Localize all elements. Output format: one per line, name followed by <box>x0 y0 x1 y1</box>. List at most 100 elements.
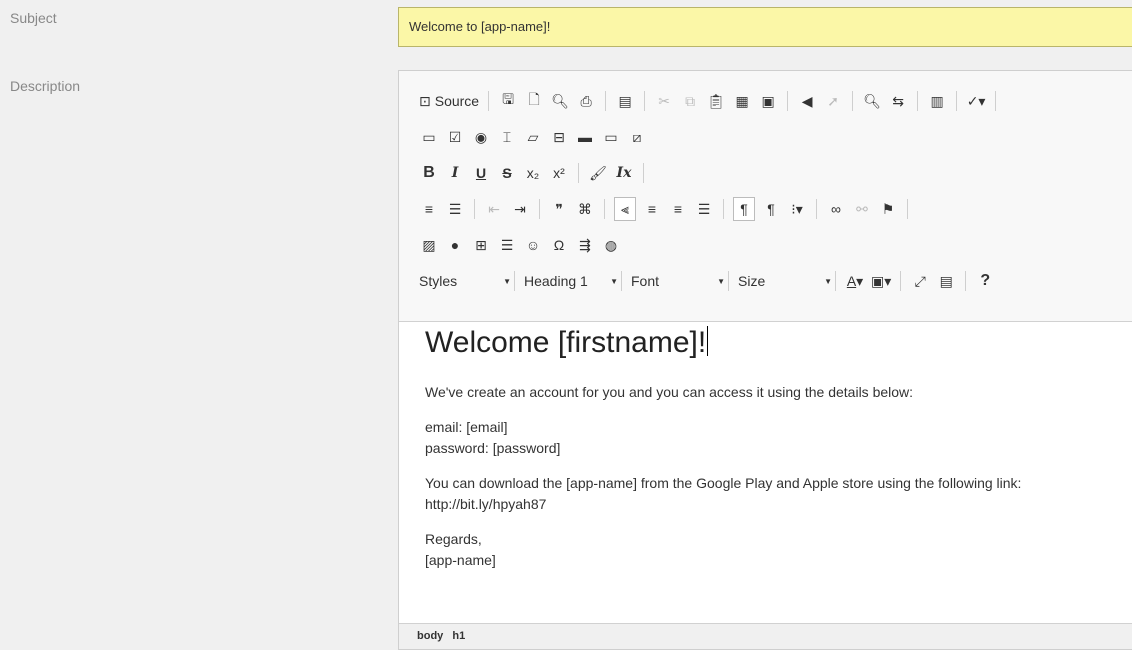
content-signature: [app-name] <box>425 552 496 568</box>
italic-icon[interactable]: I <box>445 162 465 184</box>
replace-icon[interactable]: ⇆ <box>888 90 908 112</box>
content-heading: Welcome [firstname]! <box>425 326 1111 360</box>
content-regards: Regards, <box>425 531 482 547</box>
undo-icon[interactable]: ◀ <box>797 90 817 112</box>
toolbar-row-basic-styles: B I U S x₂ x² 🖌︎ Ix <box>399 155 1132 191</box>
link-icon[interactable]: ∞ <box>826 198 846 220</box>
outdent-icon[interactable]: ⇤ <box>484 198 504 220</box>
text-direction-ltr-icon[interactable]: ¶ <box>733 197 755 221</box>
toolbar-row-insert: ▨ ● ⊞ ☰ ☺ Ω ⇶ ◍ <box>399 227 1132 263</box>
remove-format-icon[interactable]: Ix <box>614 162 634 184</box>
font-dropdown-label: Font <box>631 273 660 289</box>
format-dropdown[interactable]: Heading 1 ▼ <box>524 273 618 289</box>
source-button[interactable]: ⊡ Source <box>419 90 479 112</box>
source-icon: ⊡ <box>419 92 431 109</box>
format-dropdown-label: Heading 1 <box>524 273 588 289</box>
toolbar-separator <box>835 271 836 291</box>
text-color-icon[interactable]: A ▾ <box>845 270 865 292</box>
toolbar-separator <box>917 91 919 111</box>
preview-icon[interactable]: 🔍︎ <box>550 90 570 112</box>
toolbar-separator <box>728 271 729 291</box>
bulleted-list-icon[interactable]: ☰ <box>445 198 465 220</box>
copy-icon[interactable]: ⧉ <box>680 90 700 112</box>
align-left-icon[interactable]: ⫷ <box>614 197 636 221</box>
toolbar-separator <box>578 163 579 183</box>
subject-label: Subject <box>10 10 57 26</box>
button-field-icon[interactable]: ▬ <box>575 126 595 148</box>
description-label: Description <box>10 78 81 94</box>
underline-icon[interactable]: U <box>471 162 491 184</box>
toolbar-row-paragraph: ≡ ☰ ⇤ ⇥ ❞ ⌘ ⫷ ≡ ≡ ☰ ¶ ¶ ⁝▾ ∞ ⚯ ⚑ <box>399 191 1132 227</box>
align-center-icon[interactable]: ≡ <box>642 198 662 220</box>
toolbar-separator <box>852 91 854 111</box>
paste-text-icon[interactable]: ▦ <box>732 90 752 112</box>
select-field-icon[interactable]: ⊟ <box>549 126 569 148</box>
indent-icon[interactable]: ⇥ <box>510 198 530 220</box>
paste-word-icon[interactable]: ▣ <box>758 90 778 112</box>
content-link-line: http://bit.ly/hpyah87 <box>425 496 547 512</box>
toolbar-separator <box>643 163 644 183</box>
blockquote-icon[interactable]: ❞ <box>549 198 569 220</box>
content-credentials: email: [email] password: [password] <box>425 417 1111 459</box>
create-div-icon[interactable]: ⌘ <box>575 198 595 220</box>
find-icon[interactable]: 🔍︎ <box>862 90 882 112</box>
textarea-icon[interactable]: ▱ <box>523 126 543 148</box>
language-icon[interactable]: ⁝▾ <box>787 198 807 220</box>
unlink-icon[interactable]: ⚯ <box>852 198 872 220</box>
image-button-icon[interactable]: ▭ <box>601 126 621 148</box>
text-direction-rtl-icon[interactable]: ¶ <box>761 198 781 220</box>
content-signoff: Regards, [app-name] <box>425 529 1111 571</box>
help-icon[interactable]: ? <box>975 270 995 292</box>
path-item-body[interactable]: body <box>417 630 443 642</box>
justify-icon[interactable]: ☰ <box>694 198 714 220</box>
toolbar-separator <box>907 199 908 219</box>
redo-icon[interactable]: ➚ <box>823 90 843 112</box>
numbered-list-icon[interactable]: ≡ <box>419 198 439 220</box>
iframe-globe-icon[interactable]: ◍ <box>601 234 621 256</box>
align-right-icon[interactable]: ≡ <box>668 198 688 220</box>
cut-icon[interactable]: ✂ <box>654 90 674 112</box>
paste-icon[interactable]: 📋︎ <box>706 90 726 112</box>
toolbar-separator <box>816 199 817 219</box>
font-dropdown[interactable]: Font ▼ <box>631 273 725 289</box>
superscript-icon[interactable]: x² <box>549 162 569 184</box>
special-char-icon[interactable]: Ω <box>549 234 569 256</box>
editor-toolbar: ⊡ Source 🖫 🗋 🔍︎ ⎙ ▤ ✂ ⧉ 📋︎ ▦ ▣ ◀ ➚ 🔍︎ ⇆ ▥… <box>399 71 1132 322</box>
strikethrough-icon[interactable]: S <box>497 162 517 184</box>
chevron-down-icon: ▼ <box>503 276 511 286</box>
print-icon[interactable]: ⎙ <box>576 90 596 112</box>
horizontal-line-icon[interactable]: ☰ <box>497 234 517 256</box>
text-field-icon[interactable]: ⌶ <box>497 126 517 148</box>
smiley-icon[interactable]: ☺ <box>523 234 543 256</box>
checkbox-icon[interactable]: ☑ <box>445 126 465 148</box>
copy-formatting-icon[interactable]: 🖌︎ <box>588 162 608 184</box>
toolbar-separator <box>488 91 490 111</box>
subscript-icon[interactable]: x₂ <box>523 162 543 184</box>
page-break-icon[interactable]: ⇶ <box>575 234 595 256</box>
size-dropdown[interactable]: Size ▼ <box>738 273 832 289</box>
select-all-icon[interactable]: ▥ <box>927 90 947 112</box>
image-icon[interactable]: ▨ <box>419 234 439 256</box>
hidden-field-icon[interactable]: ⧄ <box>627 126 647 148</box>
editor-content[interactable]: Welcome [firstname]! We've create an acc… <box>399 326 1132 571</box>
toolbar-separator <box>900 271 902 291</box>
chevron-down-icon: ▼ <box>717 276 725 286</box>
templates-icon[interactable]: ▤ <box>615 90 635 112</box>
anchor-flag-icon[interactable]: ⚑ <box>878 198 898 220</box>
radio-icon[interactable]: ◉ <box>471 126 491 148</box>
new-page-icon[interactable]: 🗋 <box>524 90 544 112</box>
bold-icon[interactable]: B <box>419 162 439 184</box>
background-color-icon[interactable]: ▣▾ <box>871 270 891 292</box>
subject-input[interactable]: Welcome to [app-name]! <box>398 7 1132 47</box>
flash-icon[interactable]: ● <box>445 234 465 256</box>
path-item-h1[interactable]: h1 <box>452 630 465 642</box>
table-icon[interactable]: ⊞ <box>471 234 491 256</box>
styles-dropdown[interactable]: Styles ▼ <box>419 273 511 289</box>
maximize-icon[interactable]: ⤢ <box>910 270 930 292</box>
show-blocks-icon[interactable]: ▤ <box>936 270 956 292</box>
form-icon[interactable]: ▭ <box>419 126 439 148</box>
save-icon[interactable]: 🖫 <box>498 90 518 112</box>
spellcheck-icon[interactable]: ✓▾ <box>966 90 986 112</box>
content-heading-text: Welcome [firstname]! <box>425 326 707 359</box>
chevron-down-icon: ▼ <box>824 276 832 286</box>
